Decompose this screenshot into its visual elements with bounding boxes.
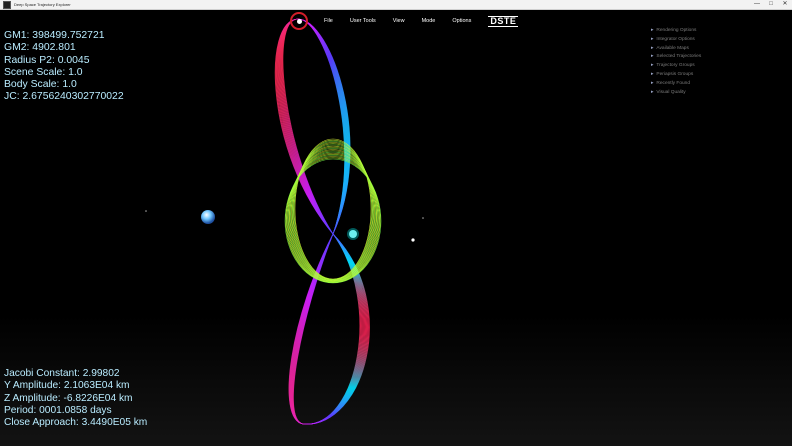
- option-rendering[interactable]: ▸ Rendering Options: [651, 27, 701, 36]
- star-point: [145, 210, 147, 212]
- body-scale-readout: Body Scale: 1.0: [4, 79, 77, 91]
- menu-user-tools[interactable]: User Tools: [350, 18, 376, 24]
- radius-p2-readout: Radius P2: 0.0045: [4, 54, 90, 66]
- expand-arrow-icon: ▸: [651, 71, 654, 77]
- window-controls: — □ ✕: [750, 0, 792, 9]
- gm1-readout: GM1: 398499.752721: [4, 30, 105, 41]
- moon-body[interactable]: [349, 230, 357, 238]
- expand-arrow-icon: ▸: [651, 28, 654, 33]
- star-point: [422, 217, 424, 219]
- brand-logo: DSTE: [488, 15, 519, 27]
- orbit-info-panel: Jacobi Constant: 2.99802 Y Amplitude: 2.…: [4, 368, 147, 429]
- window-title: Deep Space Trajectory Explorer: [14, 2, 71, 7]
- expand-arrow-icon: ▸: [651, 80, 654, 86]
- jacobi-constant-readout: Jacobi Constant: 2.99802: [4, 368, 120, 379]
- menu-view[interactable]: View: [393, 18, 405, 24]
- option-visual-quality[interactable]: ▸ Visual Quality: [651, 89, 701, 98]
- app-icon: [3, 0, 11, 9]
- minimize-button[interactable]: —: [750, 0, 764, 9]
- gm2-readout: GM2: 4902.801: [4, 42, 76, 54]
- lagrange-point-marker: [411, 238, 415, 242]
- earth-body[interactable]: [201, 210, 215, 224]
- window-titlebar: Deep Space Trajectory Explorer — □ ✕: [0, 0, 792, 10]
- jc-readout: JC: 2.6756240302770022: [4, 91, 124, 103]
- close-approach-readout: Close Approach: 3.4490E05 km: [4, 417, 148, 429]
- close-button[interactable]: ✕: [778, 0, 792, 9]
- option-available-maps[interactable]: ▸ Available Maps: [651, 45, 701, 54]
- expand-arrow-icon: ▸: [651, 45, 654, 51]
- y-amplitude-readout: Y Amplitude: 2.1063E04 km: [4, 380, 130, 392]
- expand-arrow-icon: ▸: [651, 54, 654, 60]
- z-amplitude-readout: Z Amplitude: -6.8226E04 km: [4, 392, 133, 404]
- option-integrator[interactable]: ▸ Integrator Options: [651, 36, 701, 45]
- option-recently-found[interactable]: ▸ Recently Found: [651, 80, 701, 89]
- menu-options[interactable]: Options: [452, 18, 471, 24]
- expand-arrow-icon: ▸: [651, 89, 654, 95]
- options-panel: ▸ Rendering Options ▸ Integrator Options ▸…: [651, 27, 701, 97]
- menu-file[interactable]: File: [324, 18, 333, 24]
- system-parameters: GM1: 398499.752721 GM2: 4902.801 Radius …: [4, 30, 124, 104]
- period-readout: Period: 0001.0858 days: [4, 404, 112, 416]
- expand-arrow-icon: ▸: [651, 36, 654, 42]
- maximize-button[interactable]: □: [764, 0, 778, 9]
- expand-arrow-icon: ▸: [651, 63, 654, 69]
- menu-mode[interactable]: Mode: [422, 18, 436, 24]
- option-periapsis-groups[interactable]: ▸ Periapsis Groups: [651, 71, 701, 80]
- option-trajectory-groups[interactable]: ▸ Trajectory Groups: [651, 62, 701, 71]
- option-selected-trajectories[interactable]: ▸ Selected Trajectories: [651, 53, 701, 62]
- scene-scale-readout: Scene Scale: 1.0: [4, 66, 83, 78]
- orbit-logo-icon[interactable]: [290, 12, 308, 30]
- main-menu-bar: File User Tools View Mode Options DSTE: [290, 12, 519, 30]
